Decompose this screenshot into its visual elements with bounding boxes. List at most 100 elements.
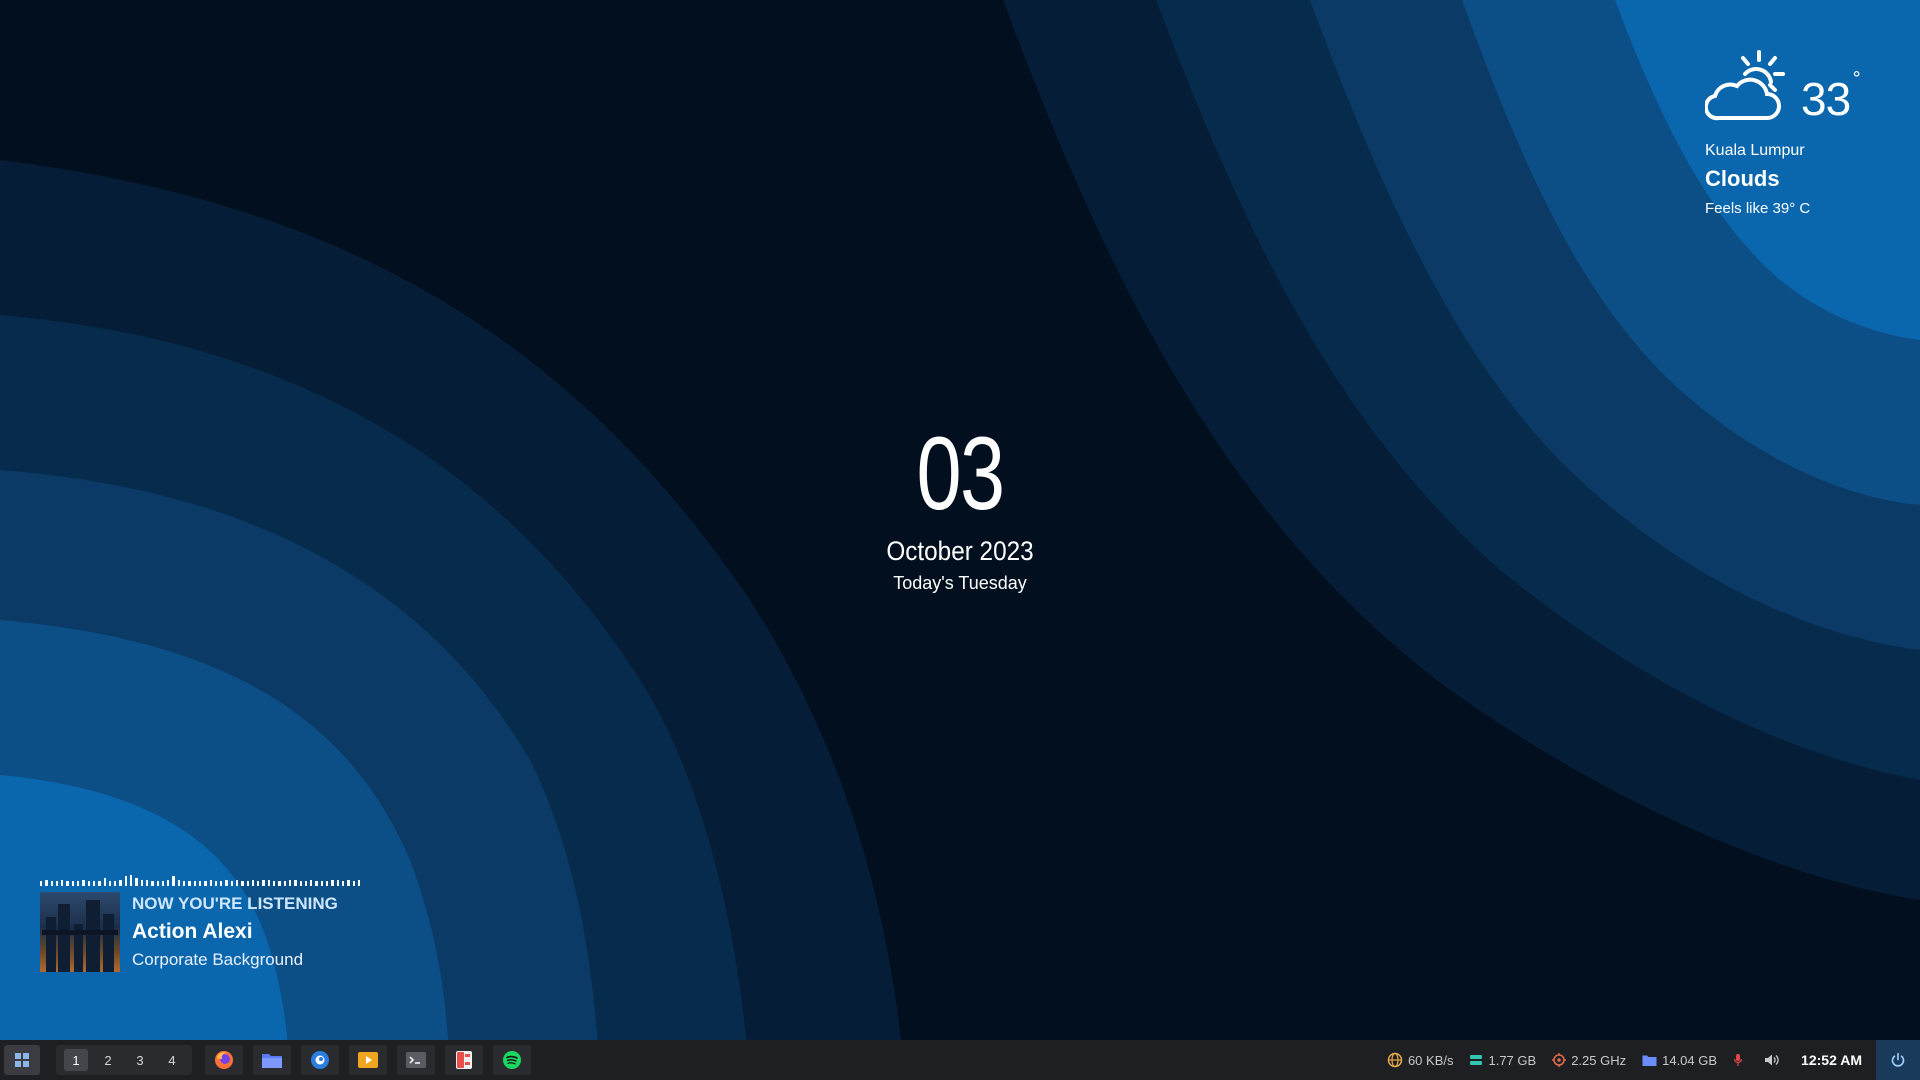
terminal-button[interactable]	[397, 1045, 435, 1075]
microphone-muted-icon	[1733, 1054, 1743, 1066]
visualizer-bar	[92, 881, 96, 886]
visualizer-bar	[304, 881, 308, 886]
visualizer-bar	[55, 881, 59, 886]
visualizer-bar	[352, 881, 355, 886]
visualizer-bar	[82, 880, 85, 886]
visualizer-bar	[130, 875, 133, 886]
visualizer-bar	[241, 881, 244, 886]
music-widget: NOW YOU'RE LISTENING Action Alexi Corpor…	[40, 870, 361, 972]
visualizer-bar	[257, 881, 260, 886]
visualizer-bar	[114, 881, 117, 886]
visualizer-bar	[209, 880, 212, 886]
visualizer-bar	[140, 880, 143, 886]
visualizer-bar	[315, 881, 318, 886]
cpu-frequency[interactable]: 2.25 GHz	[1552, 1053, 1626, 1068]
visualizer-bar	[278, 881, 281, 886]
weather-degree-symbol: °	[1852, 68, 1862, 89]
date-widget: 03 October 2023 Today's Tuesday	[760, 422, 1160, 594]
browser-button[interactable]	[301, 1045, 339, 1075]
disk-usage-value: 14.04 GB	[1662, 1052, 1718, 1068]
visualizer-bar	[77, 881, 80, 886]
visualizer-bar	[357, 880, 361, 886]
music-heading: NOW YOU'RE LISTENING	[132, 894, 338, 913]
power-icon	[1891, 1052, 1905, 1067]
visualizer-bar	[288, 880, 292, 886]
grid-start-icon	[15, 1053, 29, 1067]
visualizer-bar	[326, 881, 329, 886]
system-tray: 60 KB/s 1.77 GB 2.25 GHz 14.04 GB 12:52 …	[1387, 1040, 1920, 1080]
volume-control[interactable]	[1764, 1053, 1785, 1067]
album-art[interactable]	[40, 892, 120, 972]
visualizer-bar	[273, 881, 276, 886]
settings-button[interactable]	[445, 1045, 483, 1075]
file-manager-icon	[262, 1054, 282, 1068]
file-manager-button[interactable]	[253, 1045, 291, 1075]
visualizer-bar	[198, 881, 202, 886]
weather-temperature: 33	[1801, 73, 1851, 125]
microphone-muted[interactable]	[1733, 1053, 1748, 1067]
visualizer-bar	[220, 881, 223, 886]
disk-usage[interactable]: 14.04 GB	[1642, 1053, 1717, 1068]
visualizer-bar	[183, 881, 186, 886]
folder-icon	[1642, 1055, 1657, 1066]
workspace-4[interactable]: 4	[160, 1049, 184, 1071]
firefox-icon	[215, 1051, 233, 1069]
visualizer-bar	[294, 880, 297, 886]
memory-usage[interactable]: 1.77 GB	[1469, 1053, 1536, 1068]
visualizer-bar	[156, 881, 159, 886]
spotify-icon	[503, 1051, 521, 1069]
spotify-button[interactable]	[493, 1045, 531, 1075]
visualizer-bar	[66, 881, 69, 886]
visualizer-bar	[103, 878, 106, 886]
workspace-switcher: 1 2 3 4	[56, 1045, 192, 1075]
visualizer-bar	[188, 881, 191, 886]
visualizer-bar	[71, 881, 75, 886]
visualizer-bar	[45, 880, 48, 886]
audio-visualizer	[40, 870, 361, 886]
taskbar: 1 2 3 4 60 KB/s 1.77 GB 2.25 GHz 14.04 G…	[0, 1040, 1920, 1080]
app-launcher	[200, 1045, 536, 1075]
visualizer-bar	[172, 876, 175, 886]
weather-feels-like: Feels like 39° C	[1705, 200, 1811, 217]
network-speed[interactable]: 60 KB/s	[1387, 1052, 1454, 1068]
visualizer-bar	[98, 881, 101, 886]
date-weekday: Today's Tuesday	[893, 573, 1027, 593]
visualizer-bar	[246, 881, 249, 886]
workspace-1[interactable]: 1	[64, 1049, 88, 1071]
visualizer-bar	[61, 880, 64, 886]
visualizer-bar	[225, 880, 228, 886]
visualizer-bar	[135, 878, 138, 886]
firefox-button[interactable]	[205, 1045, 243, 1075]
music-track-title: Corporate Background	[132, 950, 304, 969]
visualizer-bar	[267, 880, 271, 886]
start-button[interactable]	[4, 1045, 40, 1075]
visualizer-bar	[124, 876, 128, 886]
settings-icon	[456, 1051, 472, 1069]
visualizer-bar	[151, 881, 154, 886]
system-clock[interactable]: 12:52 AM	[1801, 1052, 1862, 1068]
visualizer-bar	[331, 880, 334, 886]
visualizer-bar	[320, 881, 324, 886]
visualizer-bar	[310, 880, 313, 886]
globe-icon	[1387, 1052, 1403, 1068]
visualizer-bar	[108, 881, 112, 886]
visualizer-bar	[230, 881, 233, 886]
visualizer-bar	[251, 880, 255, 886]
visualizer-bar	[283, 881, 286, 886]
browser-icon	[311, 1051, 329, 1069]
workspace-2[interactable]: 2	[96, 1049, 120, 1071]
volume-icon	[1765, 1054, 1779, 1066]
visualizer-bar	[145, 880, 149, 886]
network-speed-value: 60 KB/s	[1407, 1052, 1454, 1068]
visualizer-bar	[299, 881, 302, 886]
terminal-icon	[406, 1052, 426, 1068]
visualizer-bar	[235, 880, 239, 886]
memory-icon	[1470, 1055, 1483, 1065]
visualizer-bar	[336, 880, 339, 886]
power-button[interactable]	[1876, 1040, 1920, 1080]
visualizer-bar	[50, 881, 53, 886]
workspace-3[interactable]: 3	[128, 1049, 152, 1071]
music-artist: Action Alexi	[132, 920, 253, 943]
visualizer-bar	[204, 881, 207, 886]
media-player-button[interactable]	[349, 1045, 387, 1075]
